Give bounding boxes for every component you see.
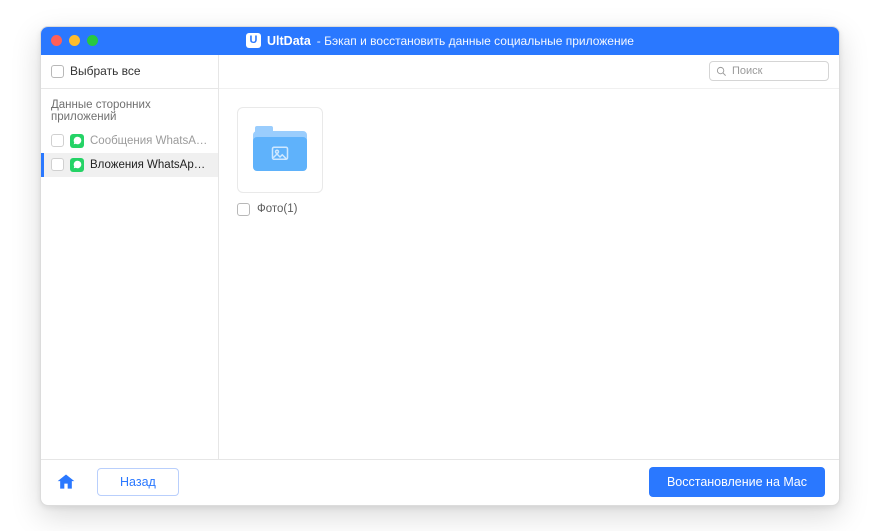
thumbnail-checkbox[interactable]	[237, 203, 250, 216]
minimize-window-button[interactable]	[69, 35, 80, 46]
search-input[interactable]: Поиск	[709, 61, 829, 81]
image-icon	[269, 145, 291, 163]
title-bar: U UltData - Бэкап и восстановить данные …	[41, 27, 839, 55]
back-button-label: Назад	[120, 475, 156, 489]
footer: Назад Восстановление на Mac	[41, 459, 839, 505]
window-title: U UltData - Бэкап и восстановить данные …	[246, 33, 634, 48]
content-area: Фото(1)	[219, 89, 839, 459]
select-all-label: Выбрать все	[70, 64, 141, 78]
window-controls	[51, 35, 98, 46]
whatsapp-icon	[70, 158, 84, 172]
toolbar: Поиск	[219, 55, 839, 89]
main-panel: Поиск	[219, 55, 839, 459]
back-button[interactable]: Назад	[97, 468, 179, 496]
search-placeholder: Поиск	[732, 65, 762, 77]
select-all-checkbox[interactable]	[51, 65, 64, 78]
category-checkbox[interactable]	[51, 158, 64, 171]
app-body: Выбрать все Данные сторонних приложений …	[41, 55, 839, 459]
whatsapp-icon	[70, 134, 84, 148]
category-label: Сообщения WhatsApp(0)	[90, 135, 208, 147]
app-subtitle: - Бэкап и восстановить данные социальные…	[317, 34, 634, 48]
restore-button[interactable]: Восстановление на Mac	[649, 467, 825, 497]
close-window-button[interactable]	[51, 35, 62, 46]
restore-button-label: Восстановление на Mac	[667, 475, 807, 489]
home-icon	[56, 472, 76, 492]
app-logo-icon: U	[246, 33, 261, 48]
category-checkbox[interactable]	[51, 134, 64, 147]
thumbnail-caption-row: Фото(1)	[237, 203, 821, 216]
folder-icon	[253, 129, 307, 171]
sidebar-item-attachments[interactable]: Вложения WhatsApp(1)	[41, 153, 218, 177]
app-name: UltData	[267, 34, 311, 48]
select-all-row[interactable]: Выбрать все	[41, 55, 218, 89]
sidebar: Выбрать все Данные сторонних приложений …	[41, 55, 219, 459]
app-window: U UltData - Бэкап и восстановить данные …	[40, 26, 840, 506]
sidebar-item-messages[interactable]: Сообщения WhatsApp(0)	[41, 129, 218, 153]
category-label: Вложения WhatsApp(1)	[90, 159, 208, 171]
sidebar-section-label: Данные сторонних приложений	[41, 89, 218, 129]
folder-thumbnail[interactable]	[237, 107, 323, 193]
home-button[interactable]	[55, 471, 77, 493]
maximize-window-button[interactable]	[87, 35, 98, 46]
thumbnail-caption: Фото(1)	[257, 203, 297, 215]
search-icon	[716, 66, 727, 77]
